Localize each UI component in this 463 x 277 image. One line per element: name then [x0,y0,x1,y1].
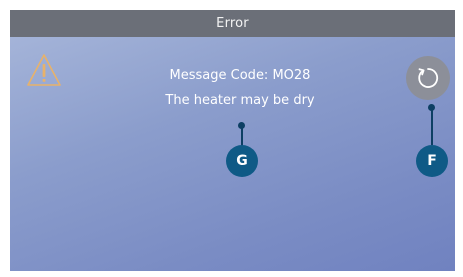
refresh-button[interactable] [406,56,450,100]
callout-f-badge: F [416,145,448,177]
callout-g-line [241,126,243,146]
refresh-icon [418,68,439,88]
callout-g-badge: G [226,145,258,177]
message-code: Message Code: MO28 [169,68,311,83]
message-description: The heater may be dry [165,93,315,108]
callout-f-line [431,108,433,145]
title-bar: Error [10,10,455,37]
error-screen: Error Message Code: MO28 The heater may … [10,10,455,271]
warning-icon [27,54,61,86]
screen-title: Error [216,16,249,31]
